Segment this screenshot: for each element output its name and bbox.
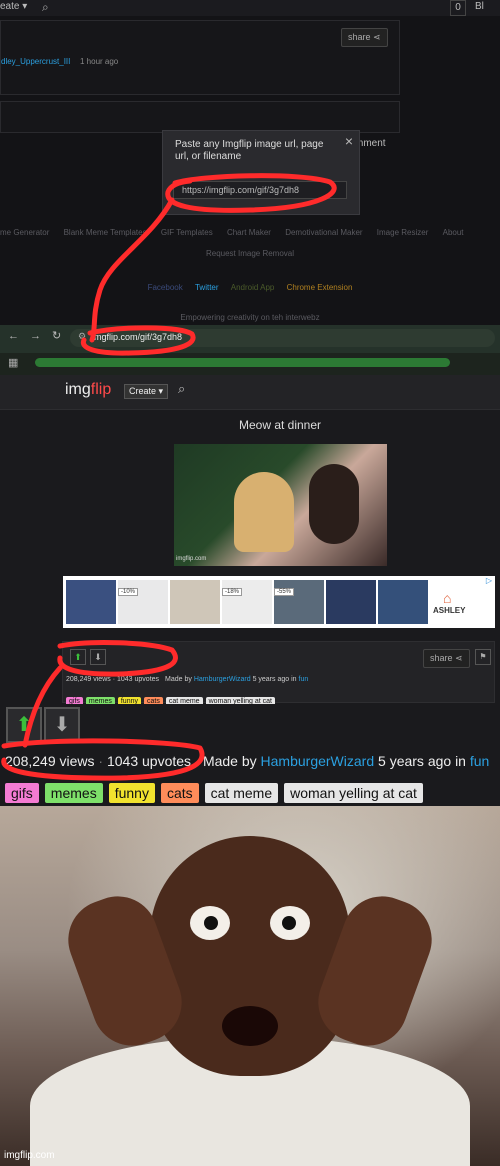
bottom-watermark: imgflip.com bbox=[4, 1150, 55, 1161]
red-circle-popup-url bbox=[165, 173, 337, 213]
red-circle-views-small bbox=[57, 640, 178, 677]
reaction-eye bbox=[190, 906, 230, 940]
red-circle-browser-url bbox=[80, 325, 196, 356]
reaction-mouth bbox=[222, 1006, 278, 1046]
red-circle-views-large bbox=[1, 738, 205, 781]
reaction-eye bbox=[270, 906, 310, 940]
red-annotation-overlay bbox=[1, 173, 337, 781]
red-connector-views bbox=[22, 665, 63, 748]
reaction-face bbox=[150, 836, 350, 1076]
red-connector-line bbox=[89, 197, 175, 343]
shocked-reaction-image: imgflip.com bbox=[0, 806, 500, 1166]
